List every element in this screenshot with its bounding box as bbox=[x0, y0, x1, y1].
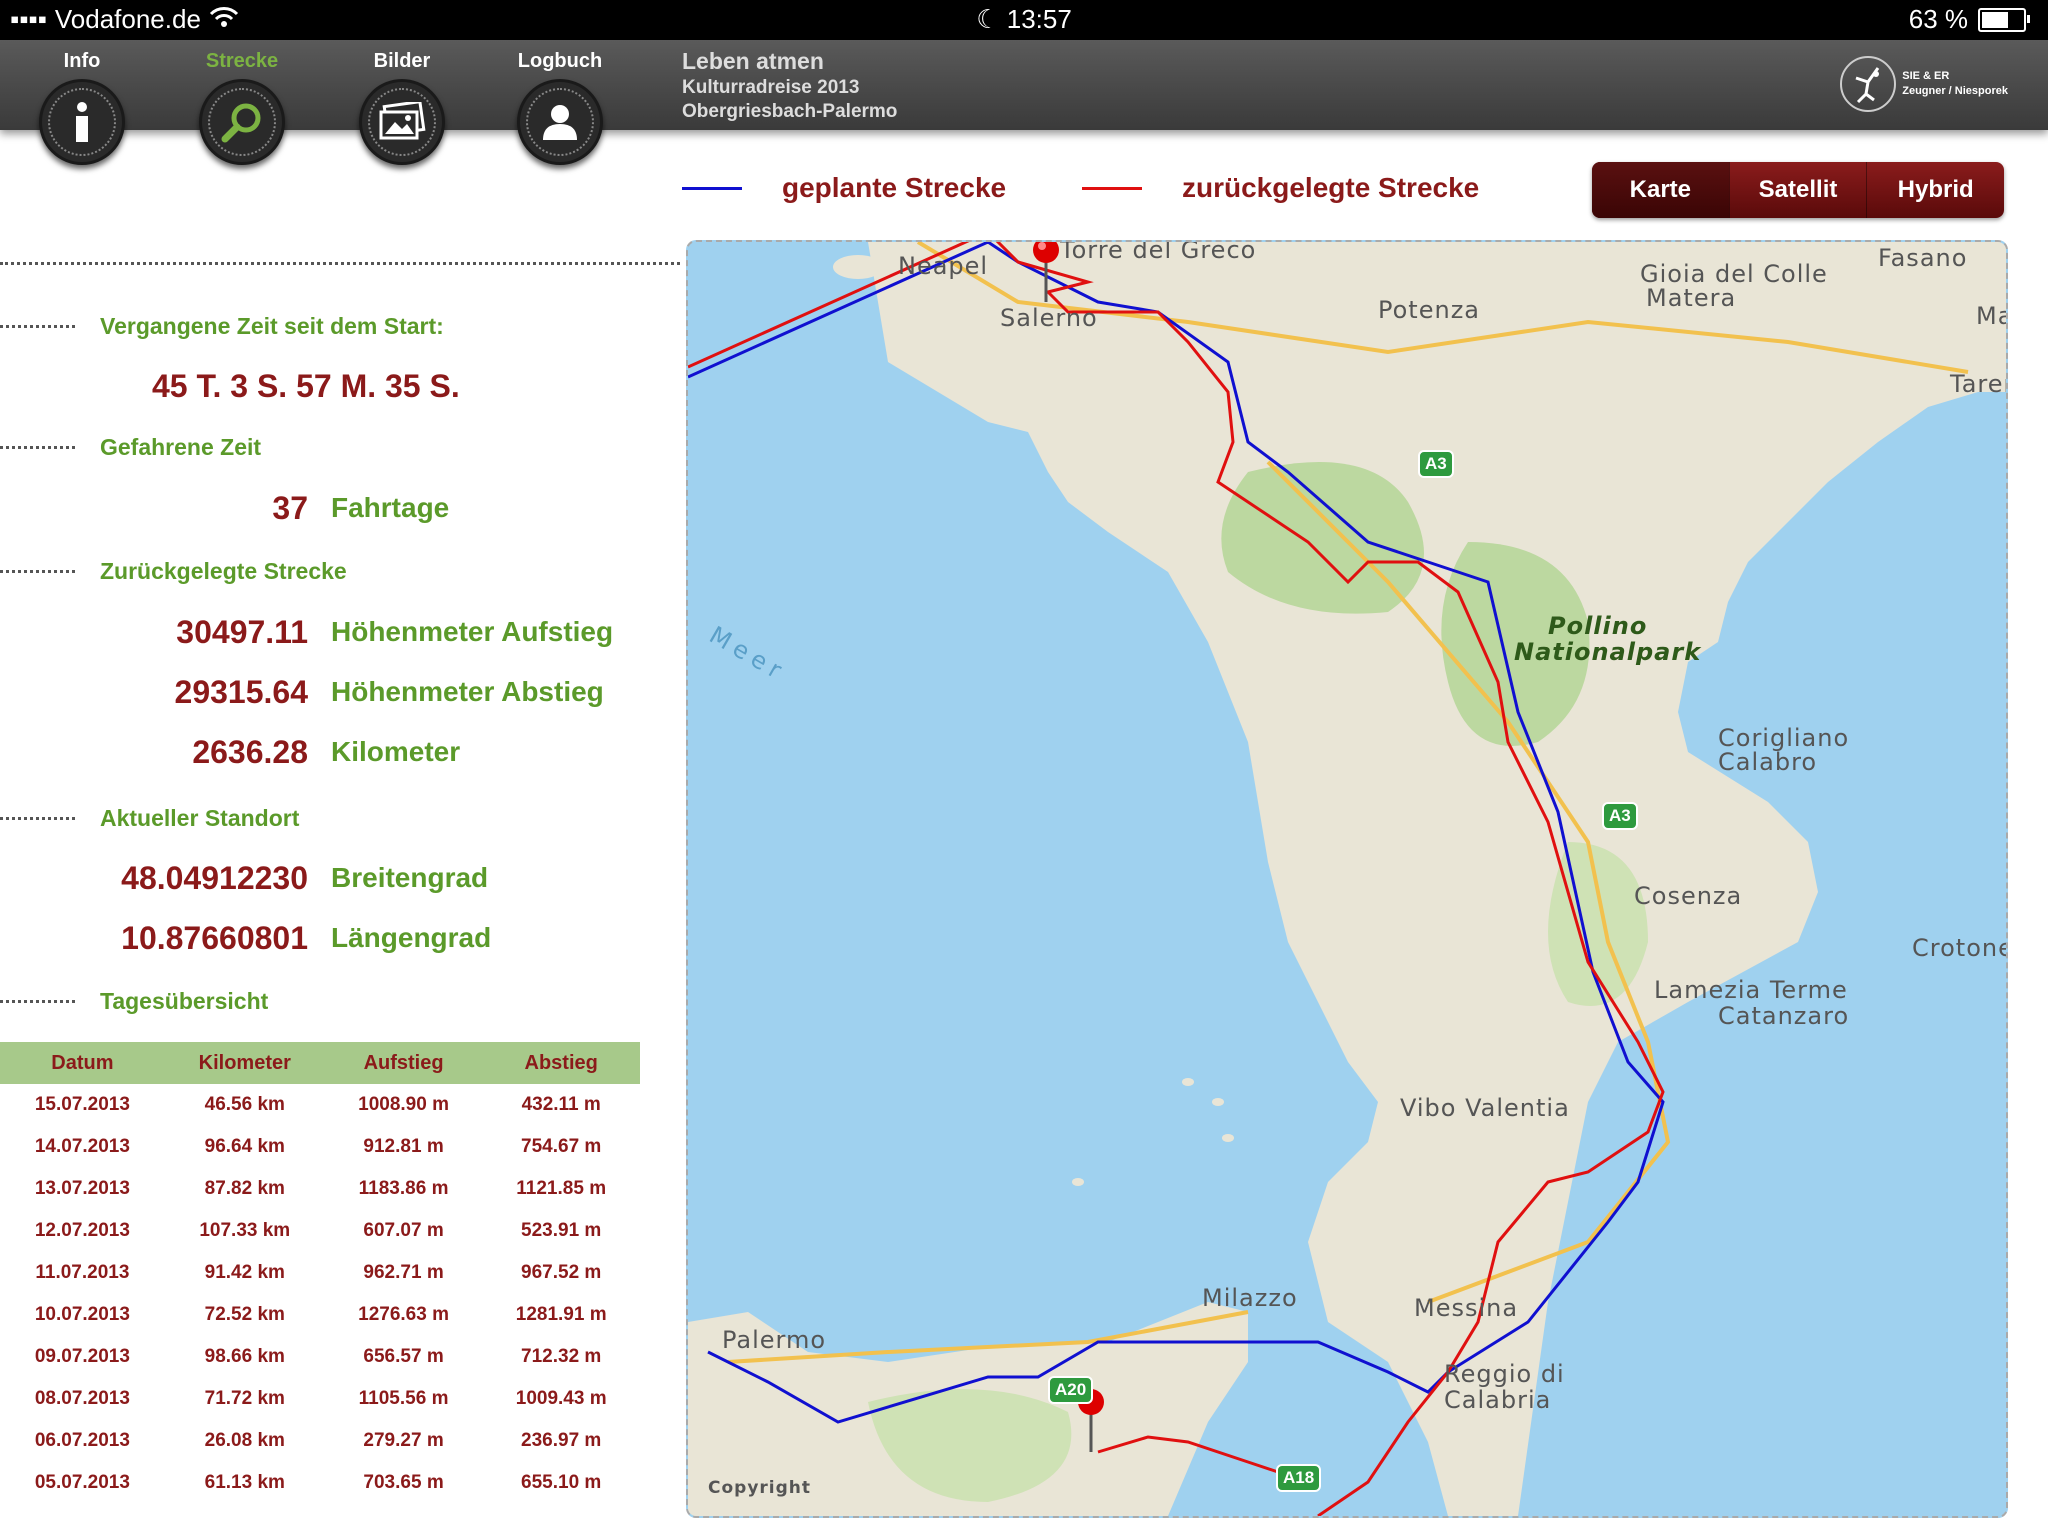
table-row[interactable]: 05.07.2013 61.13 km 703.65 m 655.10 m bbox=[0, 1462, 640, 1504]
map-label: Ma bbox=[1976, 302, 2006, 330]
table-row[interactable]: 09.07.2013 98.66 km 656.57 m 712.32 m bbox=[0, 1336, 640, 1378]
elapsed-time-value: 45 T. 3 S. 57 M. 35 S. bbox=[152, 368, 460, 404]
app-subtitle-1: Kulturradreise 2013 bbox=[682, 77, 860, 98]
ascent-unit: Höhenmeter Aufstieg bbox=[331, 616, 614, 647]
tab-strecke[interactable]: Strecke bbox=[182, 40, 302, 165]
app-title-block: Leben atmen Kulturradreise 2013 Obergrie… bbox=[682, 48, 897, 123]
route-map[interactable]: Neapel Torre del Greco Salerno Potenza G… bbox=[686, 240, 2008, 1518]
days-unit: Fahrtage bbox=[331, 492, 450, 523]
map-label: Vibo Valentia bbox=[1400, 1094, 1570, 1122]
status-bar: ▪▪▪▪ Vodafone.de ☾ 13:57 63 % bbox=[0, 0, 2048, 40]
table-row[interactable]: 11.07.2013 91.42 km 962.71 m 967.52 m bbox=[0, 1252, 640, 1294]
highway-shield: A3 bbox=[1602, 802, 1638, 830]
col-header-descent: Abstieg bbox=[482, 1042, 640, 1084]
legend-planned: geplante Strecke bbox=[682, 172, 1006, 204]
table-row[interactable]: 08.07.2013 71.72 km 1105.56 m 1009.43 m bbox=[0, 1378, 640, 1420]
table-row[interactable]: 12.07.2013 107.33 km 607.07 m 523.91 m bbox=[0, 1210, 640, 1252]
map-label: Cosenza bbox=[1634, 882, 1743, 910]
col-header-km: Kilometer bbox=[164, 1042, 325, 1084]
map-label: Pollino bbox=[1548, 612, 1648, 640]
distance-heading: Zurückgelegte Strecke bbox=[100, 558, 347, 584]
brand-logo: SIE & ER Zeugner / Niesporek bbox=[1840, 56, 2008, 112]
battery-icon bbox=[1978, 7, 2030, 32]
table-row[interactable]: 14.07.2013 96.64 km 912.81 m 754.67 m bbox=[0, 1126, 640, 1168]
tab-info[interactable]: Info bbox=[22, 40, 142, 165]
map-label: Reggio di bbox=[1444, 1360, 1565, 1388]
tab-logbuch[interactable]: Logbuch bbox=[500, 40, 620, 165]
status-time: 13:57 bbox=[1006, 4, 1072, 34]
daily-overview-table: Datum Kilometer Aufstieg Abstieg 15.07.2… bbox=[0, 1042, 640, 1504]
map-label: Lamezia Terme bbox=[1654, 976, 1848, 1004]
app-title: Leben atmen bbox=[682, 48, 824, 74]
map-label: Catanzaro bbox=[1718, 1002, 1850, 1030]
longitude-unit: Längengrad bbox=[331, 922, 492, 953]
table-row[interactable]: 13.07.2013 87.82 km 1183.86 m 1121.85 m bbox=[0, 1168, 640, 1210]
map-mode-satellit[interactable]: Satellit bbox=[1728, 162, 1867, 218]
user-icon bbox=[517, 79, 603, 165]
km-unit: Kilometer bbox=[331, 736, 461, 767]
table-row[interactable]: 10.07.2013 72.52 km 1276.63 m 1281.91 m bbox=[0, 1294, 640, 1336]
map-label: Torre del Greco bbox=[1060, 240, 1257, 264]
map-label: Salerno bbox=[1000, 304, 1098, 332]
map-label: Taren bbox=[1950, 370, 2006, 398]
table-row[interactable]: 06.07.2013 26.08 km 279.27 m 236.97 m bbox=[0, 1420, 640, 1462]
highway-shield: A18 bbox=[1276, 1464, 1322, 1492]
location-heading: Aktueller Standort bbox=[100, 805, 300, 831]
top-navigation: Info Strecke Bilder Logbuch Leben atmen … bbox=[0, 40, 2048, 165]
km-value: 2636.28 bbox=[192, 734, 308, 770]
map-label: Fasano bbox=[1878, 244, 1968, 272]
planned-line-swatch bbox=[682, 186, 742, 190]
highway-shield: A20 bbox=[1048, 1376, 1094, 1404]
days-value: 37 bbox=[272, 490, 308, 526]
driven-time-heading: Gefahrene Zeit bbox=[100, 434, 262, 460]
map-label: Palermo bbox=[722, 1326, 827, 1354]
col-header-ascent: Aufstieg bbox=[324, 1042, 483, 1084]
magnifier-icon bbox=[199, 79, 285, 165]
divider bbox=[0, 1000, 75, 1003]
dancer-icon bbox=[1840, 56, 1897, 112]
map-label: Crotone bbox=[1912, 934, 2008, 962]
map-mode-selector: Karte Satellit Hybrid bbox=[1592, 162, 2004, 218]
map-label: Nationalpark bbox=[1514, 638, 1702, 666]
highway-shield: A3 bbox=[1418, 450, 1454, 478]
map-mode-hybrid[interactable]: Hybrid bbox=[1866, 162, 2004, 218]
map-label: Messina bbox=[1414, 1294, 1519, 1322]
map-canvas bbox=[688, 242, 2006, 1516]
divider bbox=[0, 446, 75, 449]
battery-label: 63 % bbox=[1908, 4, 1968, 34]
map-mode-karte[interactable]: Karte bbox=[1592, 162, 1729, 218]
travelled-line-swatch bbox=[1082, 186, 1142, 190]
map-label: Milazzo bbox=[1202, 1284, 1298, 1312]
map-copyright-link[interactable]: Copyright bbox=[708, 1478, 811, 1498]
descent-value: 29315.64 bbox=[174, 674, 308, 710]
map-label: Neapel bbox=[898, 252, 989, 280]
pictures-icon bbox=[359, 79, 445, 165]
overview-heading: Tagesübersicht bbox=[100, 988, 269, 1014]
map-label: Calabro bbox=[1718, 748, 1818, 776]
table-row[interactable]: 15.07.2013 46.56 km 1008.90 m 432.11 m bbox=[0, 1084, 640, 1126]
elapsed-time-heading: Vergangene Zeit seit dem Start: bbox=[100, 313, 444, 339]
divider bbox=[0, 817, 75, 820]
divider bbox=[0, 570, 75, 573]
app-subtitle-2: Obergriesbach-Palermo bbox=[682, 101, 898, 122]
moon-icon: ☾ bbox=[976, 4, 1000, 34]
col-header-date: Datum bbox=[0, 1042, 165, 1084]
tab-bilder[interactable]: Bilder bbox=[342, 40, 462, 165]
divider bbox=[0, 262, 680, 265]
latitude-value: 48.04912230 bbox=[121, 860, 308, 896]
descent-unit: Höhenmeter Abstieg bbox=[331, 676, 604, 707]
map-label: Calabria bbox=[1444, 1386, 1552, 1414]
map-label: Potenza bbox=[1378, 296, 1480, 324]
latitude-unit: Breitengrad bbox=[331, 862, 489, 893]
info-icon bbox=[39, 79, 125, 165]
ascent-value: 30497.11 bbox=[176, 614, 308, 650]
divider bbox=[0, 325, 75, 328]
legend-travelled: zurückgelegte Strecke bbox=[1082, 172, 1479, 204]
table-header-row: Datum Kilometer Aufstieg Abstieg bbox=[0, 1042, 640, 1084]
longitude-value: 10.87660801 bbox=[121, 920, 308, 956]
map-label: Matera bbox=[1646, 284, 1737, 312]
